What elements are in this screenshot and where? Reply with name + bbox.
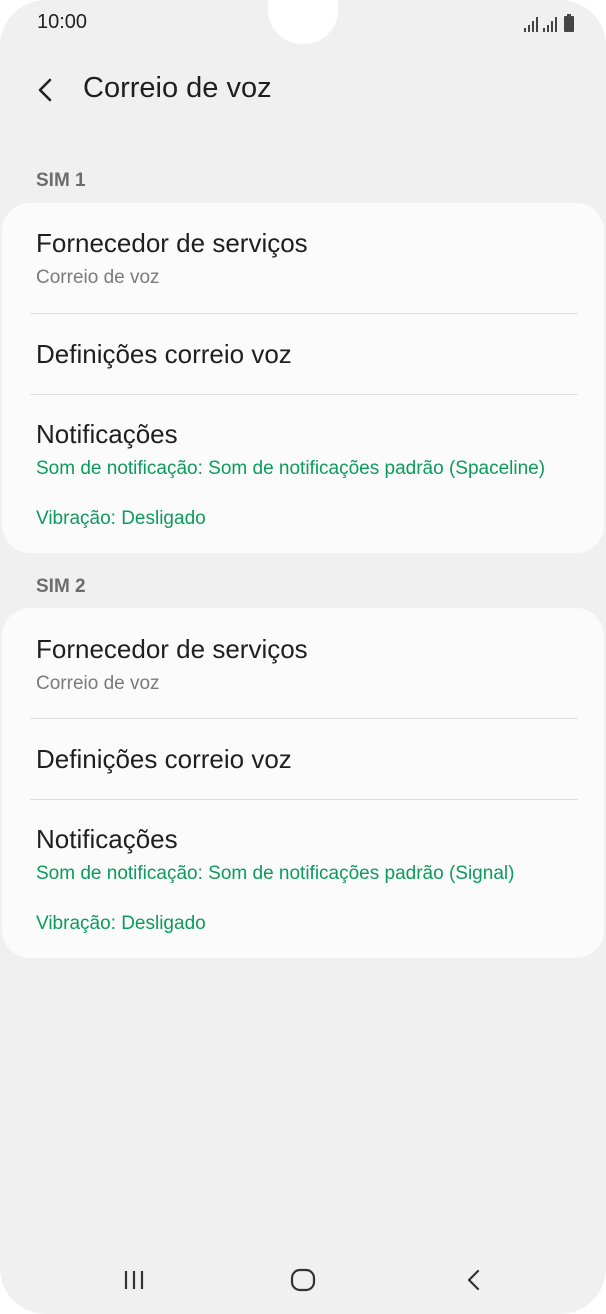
camera-notch (268, 0, 338, 44)
home-icon (290, 1268, 316, 1292)
sim1-provider-subtitle: Correio de voz (36, 267, 160, 288)
recents-button[interactable] (104, 1260, 164, 1300)
sim1-notification-sound: Som de notificação: Som de notificações … (36, 458, 546, 479)
status-time: 10:00 (37, 11, 88, 33)
sim2-provider-subtitle: Correio de voz (36, 673, 160, 694)
home-button[interactable] (273, 1260, 333, 1300)
sim1-settings-title: Definições correio voz (36, 339, 292, 369)
phone-screen: 10:00 Correio de voz SIM 1 Fornecedor de… (0, 0, 606, 1314)
recents-icon (124, 1271, 144, 1289)
sim1-vibration-status: Vibração: Desligado (36, 508, 206, 529)
navigation-bar (0, 1250, 606, 1310)
sim1-section-label: SIM 1 (36, 170, 86, 191)
sim2-card: Fornecedor de serviços Correio de voz De… (2, 608, 604, 958)
sim2-provider-item[interactable]: Fornecedor de serviços Correio de voz (2, 608, 604, 718)
sim1-card: Fornecedor de serviços Correio de voz De… (2, 203, 604, 553)
sim2-notification-sound: Som de notificação: Som de notificações … (36, 863, 515, 884)
app-header: Correio de voz (0, 62, 606, 118)
back-arrow-icon (38, 78, 52, 102)
page-title: Correio de voz (83, 72, 272, 104)
sim2-settings-title: Definições correio voz (36, 744, 292, 774)
signal-icon-1 (524, 16, 538, 32)
sim1-notifications-item[interactable]: Notificações Som de notificação: Som de … (2, 395, 604, 553)
nav-back-icon (467, 1269, 480, 1291)
sim1-provider-title: Fornecedor de serviços (36, 228, 308, 258)
sim1-notifications-title: Notificações (36, 419, 178, 449)
nav-back-button[interactable] (444, 1260, 504, 1300)
battery-icon (564, 14, 574, 32)
sim1-voicemail-settings-item[interactable]: Definições correio voz (2, 314, 604, 394)
sim2-vibration-status: Vibração: Desligado (36, 913, 206, 934)
sim2-notifications-item[interactable]: Notificações Som de notificação: Som de … (2, 800, 604, 958)
sim2-provider-title: Fornecedor de serviços (36, 634, 308, 664)
sim2-notifications-title: Notificações (36, 824, 178, 854)
sim1-provider-item[interactable]: Fornecedor de serviços Correio de voz (2, 203, 604, 313)
back-button[interactable] (26, 70, 66, 110)
sim2-voicemail-settings-item[interactable]: Definições correio voz (2, 719, 604, 799)
status-icons (524, 12, 574, 32)
sim2-section-label: SIM 2 (36, 576, 86, 597)
signal-icon-2 (543, 16, 557, 32)
